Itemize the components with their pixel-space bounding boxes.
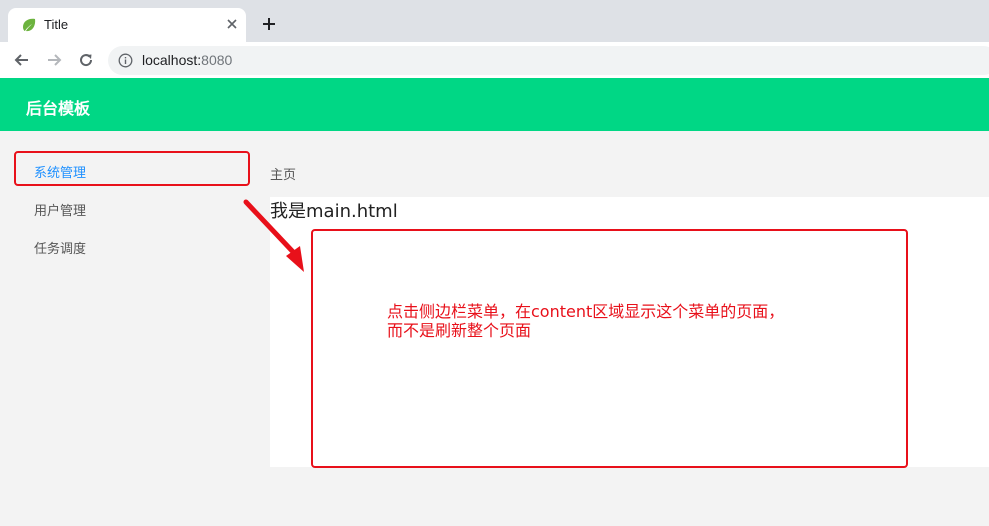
annotation-arrow (243, 199, 304, 272)
forward-icon[interactable] (44, 50, 64, 70)
content-highlight-box (311, 229, 908, 468)
tab-bar: Title (0, 0, 989, 42)
browser-toolbar: localhost:8080 (0, 42, 989, 78)
app-title: 后台模板 (26, 99, 91, 118)
annotation-note: 点击侧边栏菜单，在content区域显示这个菜单的页面， 而不是刷新整个页面 (387, 302, 857, 340)
sidebar-item-users[interactable]: 用户管理 (34, 200, 86, 219)
browser-tab[interactable]: Title (8, 8, 246, 42)
sidebar-item-tasks[interactable]: 任务调度 (34, 238, 86, 257)
new-tab-icon[interactable] (259, 14, 279, 34)
close-tab-icon[interactable] (224, 16, 240, 32)
annotation-line-1: 点击侧边栏菜单，在content区域显示这个菜单的页面， (387, 302, 785, 321)
url-text: localhost:8080 (142, 52, 232, 68)
annotation-line-2: 而不是刷新整个页面 (387, 321, 532, 340)
back-icon[interactable] (12, 50, 32, 70)
browser-window: Title localhost:8080 后台模板 系统管理 用户管理 任务调度… (0, 0, 989, 526)
address-bar[interactable]: localhost:8080 (108, 46, 989, 75)
app-header: 后台模板 (0, 78, 989, 131)
sidebar-highlight-box (14, 151, 250, 186)
url-port: 8080 (201, 52, 233, 68)
sidebar (0, 131, 255, 526)
breadcrumb: 主页 (270, 168, 297, 183)
tab-title: Title (44, 17, 69, 32)
reload-icon[interactable] (76, 50, 96, 70)
info-icon[interactable] (118, 53, 133, 68)
url-host: localhost: (142, 52, 202, 68)
spring-leaf-icon (21, 17, 37, 33)
